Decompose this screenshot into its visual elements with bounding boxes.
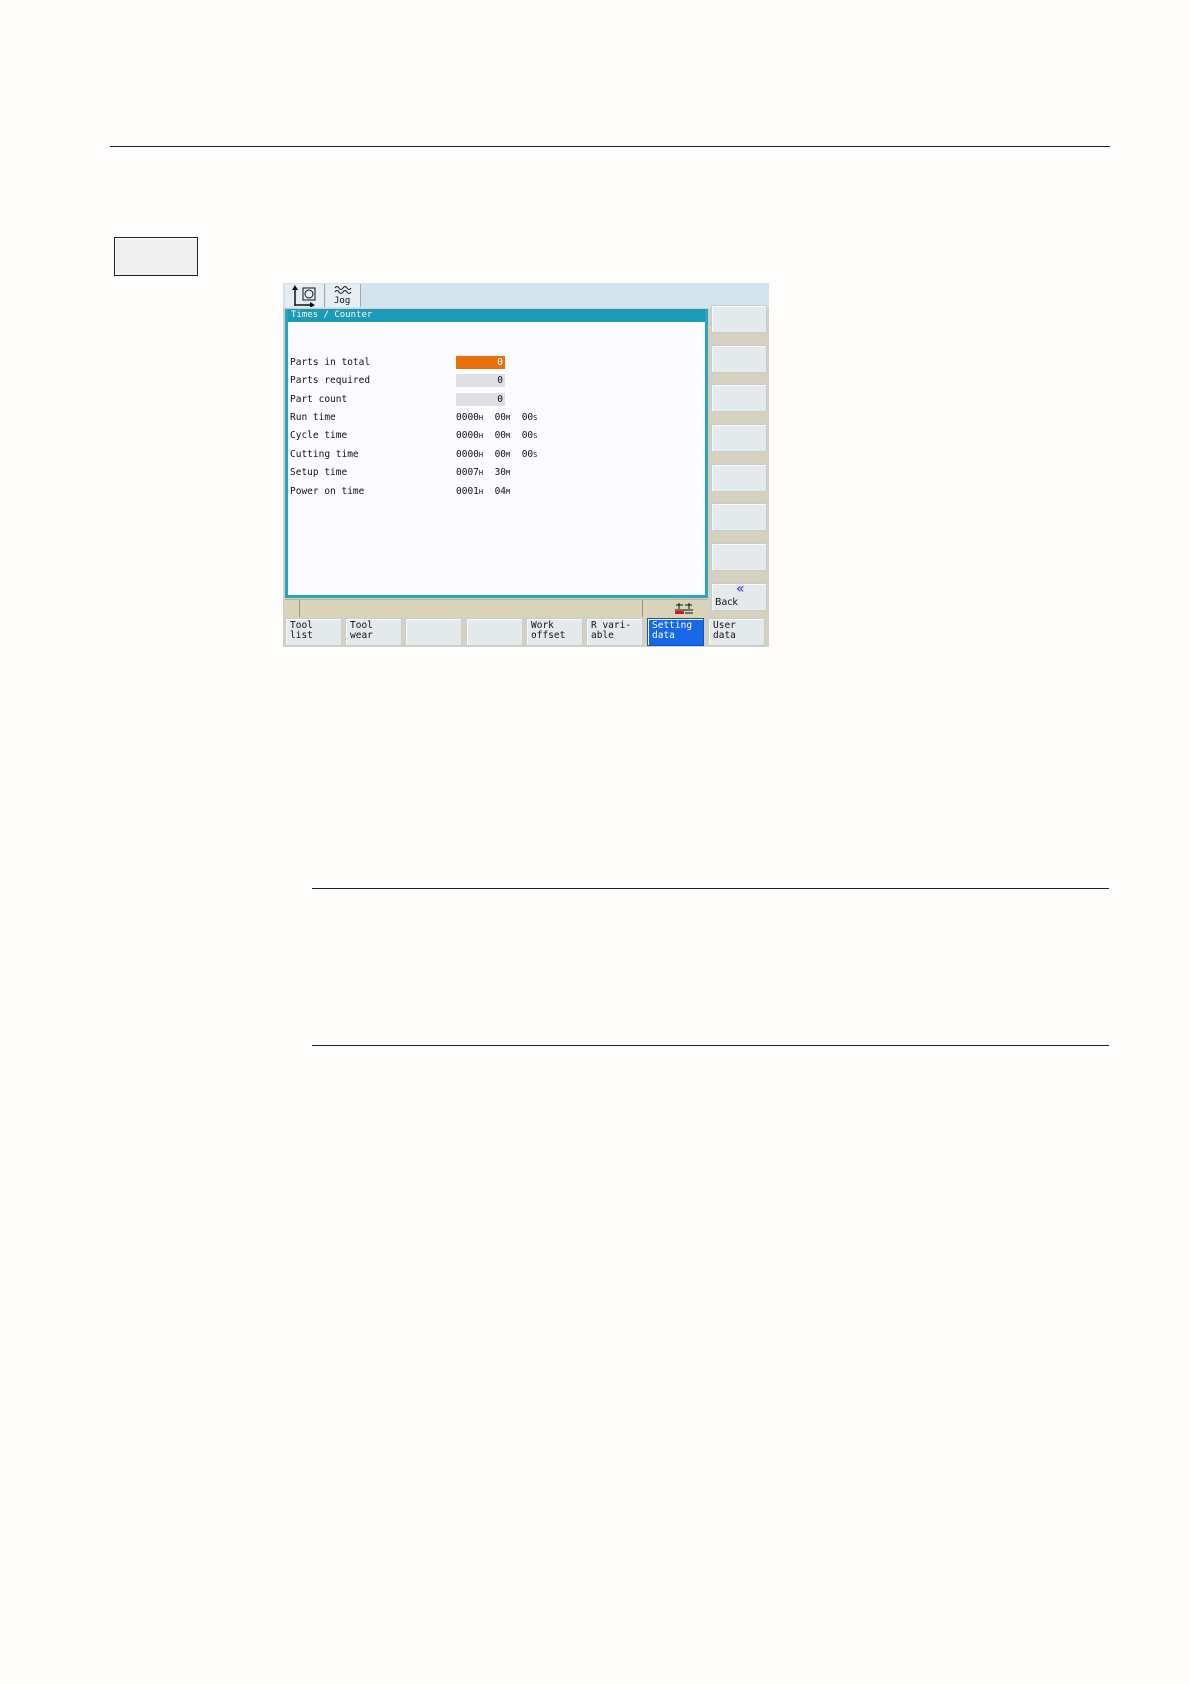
softkey-r-variable[interactable]: R vari-able xyxy=(586,618,643,646)
field-label: Setup time xyxy=(290,467,348,478)
row-part-count: Part count 0 xyxy=(290,392,690,408)
softkey-user-data[interactable]: User data xyxy=(708,618,765,646)
field-label: Part count xyxy=(290,394,348,405)
vertical-softkey-4[interactable] xyxy=(711,424,767,452)
status-separator xyxy=(642,600,643,617)
vertical-softkey-5[interactable] xyxy=(711,464,767,492)
jog-mode-cell: Jog xyxy=(326,284,361,307)
vertical-softkey-6[interactable] xyxy=(711,503,767,531)
vertical-softkey-2[interactable] xyxy=(711,345,767,373)
row-power-on-time: Power on time 0001H 04M xyxy=(290,484,690,500)
cycle-time-value: 0000H 00M 00S xyxy=(456,430,538,441)
note-bottom-rule xyxy=(312,1045,1109,1046)
machine-mode-cell xyxy=(285,284,325,307)
hmi-header-bar: Jog xyxy=(283,283,769,308)
back-label: Back xyxy=(715,597,739,608)
parts-required-input[interactable]: 0 xyxy=(456,374,505,387)
row-cycle-time: Cycle time 0000H 00M 00S xyxy=(290,428,690,444)
cutting-time-value: 0000H 00M 00S xyxy=(456,449,538,460)
note-top-rule xyxy=(312,888,1109,889)
status-bar xyxy=(285,599,708,617)
vertical-softkey-7[interactable] xyxy=(711,543,767,571)
setup-time-value: 0007H 30M xyxy=(456,467,511,478)
part-count-input[interactable]: 0 xyxy=(456,393,505,406)
channel-status-icon xyxy=(675,603,693,614)
row-setup-time: Setup time 0007H 30M xyxy=(290,465,690,481)
field-label: Parts in total xyxy=(290,357,371,368)
back-arrow-icon: « xyxy=(736,581,745,597)
softkey-work-offset[interactable]: Work offset xyxy=(526,618,583,646)
field-label: Parts required xyxy=(290,375,371,386)
softkey-empty-3[interactable] xyxy=(405,618,462,646)
back-softkey[interactable]: « Back xyxy=(711,581,767,611)
jog-mode-label: Jog xyxy=(334,296,351,306)
row-run-time: Run time 0000H 00M 00S xyxy=(290,410,690,426)
field-label: Cutting time xyxy=(290,449,359,460)
axes-icon xyxy=(292,285,316,307)
vertical-softkey-1[interactable] xyxy=(711,305,767,333)
times-counter-window: Times / Counter Parts in total 0 Parts r… xyxy=(285,309,708,598)
softkey-setting-data[interactable]: Setting data xyxy=(647,618,704,646)
window-body: Parts in total 0 Parts required 0 Part c… xyxy=(288,322,705,595)
jog-icon xyxy=(334,286,352,294)
softkey-tool-wear[interactable]: Tool wear xyxy=(345,618,402,646)
row-cutting-time: Cutting time 0000H 00M 00S xyxy=(290,447,690,463)
vertical-softkey-3[interactable] xyxy=(711,384,767,412)
key-symbol-box xyxy=(114,237,198,276)
parts-in-total-input[interactable]: 0 xyxy=(456,356,505,369)
softkey-empty-4[interactable] xyxy=(466,618,523,646)
status-separator xyxy=(299,600,300,617)
power-on-time-value: 0001H 04M xyxy=(456,486,511,497)
window-title: Times / Counter xyxy=(288,309,705,322)
field-label: Cycle time xyxy=(290,430,348,441)
run-time-value: 0000H 00M 00S xyxy=(456,412,538,423)
page-top-rule xyxy=(110,146,1110,147)
field-label: Run time xyxy=(290,412,336,423)
hmi-screen: Jog Times / Counter Parts in total 0 Par… xyxy=(283,283,769,647)
softkey-tool-list[interactable]: Tool list xyxy=(285,618,342,646)
row-parts-in-total: Parts in total 0 xyxy=(290,355,690,371)
row-parts-required: Parts required 0 xyxy=(290,373,690,389)
field-label: Power on time xyxy=(290,486,365,497)
